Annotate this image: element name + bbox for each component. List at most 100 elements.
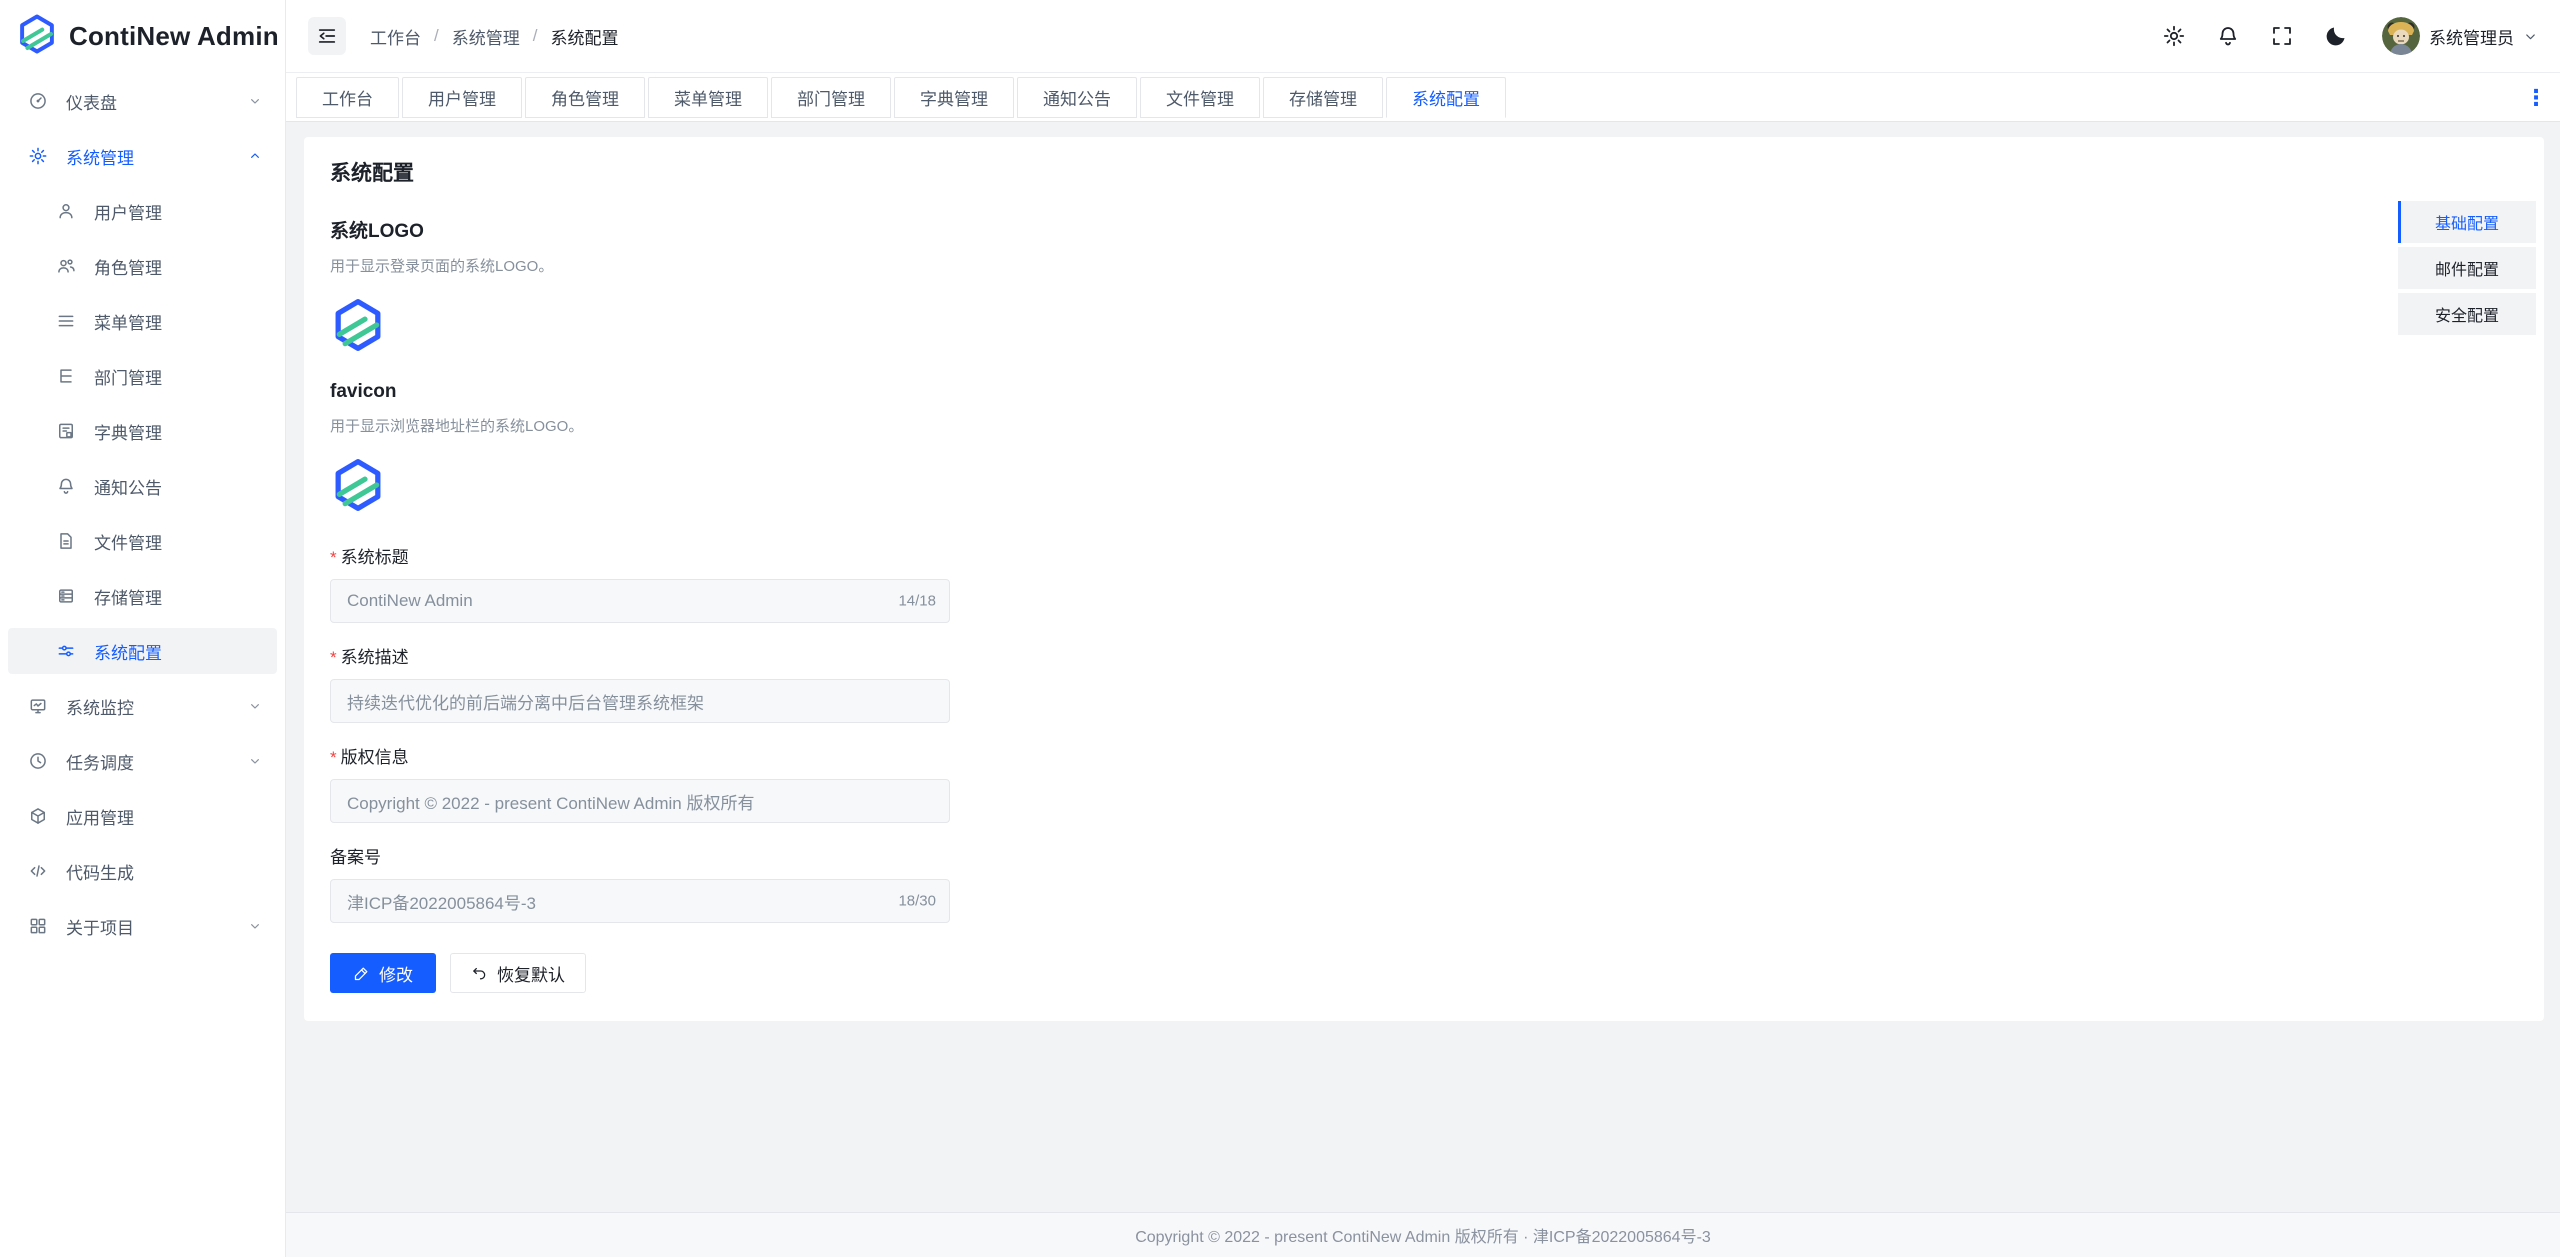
- file-icon: [56, 531, 76, 551]
- sidebar-item-notice-management[interactable]: 通知公告: [8, 463, 277, 509]
- chevron-down-icon: [247, 698, 263, 714]
- fullscreen-icon[interactable]: [2270, 24, 2294, 48]
- tab-label: 工作台: [322, 85, 373, 110]
- anchor-security-config[interactable]: 安全配置: [2398, 293, 2536, 335]
- sidebar-item-label: 用户管理: [94, 199, 162, 224]
- required-mark: *: [330, 647, 337, 669]
- field-label-icp: 备案号: [330, 847, 2518, 869]
- edit-pencil-icon: [353, 965, 370, 982]
- favicon-image: [330, 457, 386, 513]
- tab-workbench[interactable]: 工作台: [296, 77, 399, 118]
- tab-storage-management[interactable]: 存储管理: [1263, 77, 1383, 118]
- copyright-input[interactable]: [330, 779, 950, 823]
- clock-icon: [28, 751, 48, 771]
- bell-icon[interactable]: [2216, 24, 2240, 48]
- app-logo-icon: [16, 13, 58, 60]
- tab-dictionary-management[interactable]: 字典管理: [894, 77, 1014, 118]
- field-label-text: 备案号: [330, 847, 381, 869]
- sidebar-item-system-config[interactable]: 系统配置: [8, 628, 277, 674]
- footer-text: Copyright © 2022 - present ContiNew Admi…: [1135, 1223, 1711, 1247]
- dictionary-icon: [56, 421, 76, 441]
- top-header: 工作台 / 系统管理 / 系统配置 系统管理员: [286, 0, 2560, 73]
- tab-more-icon[interactable]: ⋮: [2522, 83, 2550, 113]
- sidebar-item-label: 部门管理: [94, 364, 162, 389]
- system-config-card: 系统配置 系统LOGO 用于显示登录页面的系统LOGO。 favicon 用于显…: [304, 137, 2544, 1021]
- tab-notice[interactable]: 通知公告: [1017, 77, 1137, 118]
- tab-system-config[interactable]: 系统配置: [1386, 77, 1506, 118]
- sidebar-item-task-scheduler[interactable]: 任务调度: [8, 738, 277, 784]
- icp-input[interactable]: [330, 879, 950, 923]
- sidebar-item-dashboard[interactable]: 仪表盘: [8, 78, 277, 124]
- sidebar-item-storage-management[interactable]: 存储管理: [8, 573, 277, 619]
- sidebar-item-label: 仪表盘: [66, 89, 117, 114]
- system-description-input[interactable]: [330, 679, 950, 723]
- dashboard-icon: [28, 91, 48, 111]
- sidebar-item-label: 代码生成: [66, 859, 134, 884]
- sidebar-item-label: 通知公告: [94, 474, 162, 499]
- sidebar-item-menu-management[interactable]: 菜单管理: [8, 298, 277, 344]
- tab-label: 通知公告: [1043, 85, 1111, 110]
- save-button-label: 修改: [379, 961, 413, 986]
- sidebar-item-file-management[interactable]: 文件管理: [8, 518, 277, 564]
- chevron-down-icon: [247, 918, 263, 934]
- sidebar-item-role-management[interactable]: 角色管理: [8, 243, 277, 289]
- tab-user-management[interactable]: 用户管理: [402, 77, 522, 118]
- user-menu[interactable]: 系统管理员: [2382, 17, 2538, 55]
- sidebar-item-label: 文件管理: [94, 529, 162, 554]
- tab-department-management[interactable]: 部门管理: [771, 77, 891, 118]
- tab-label: 系统配置: [1412, 85, 1480, 110]
- section-heading-favicon: favicon: [330, 379, 2518, 405]
- app-title: ContiNew Admin: [69, 21, 279, 52]
- char-counter: 18/30: [898, 893, 936, 910]
- brand: ContiNew Admin: [0, 0, 285, 73]
- tab-label: 存储管理: [1289, 85, 1357, 110]
- sidebar-item-label: 系统管理: [66, 144, 134, 169]
- form-actions: 修改 恢复默认: [330, 953, 2518, 993]
- system-logo-image: [330, 297, 386, 353]
- sidebar-item-label: 关于项目: [66, 914, 134, 939]
- sidebar-item-label: 任务调度: [66, 749, 134, 774]
- sidebar-collapse-button[interactable]: [308, 17, 346, 55]
- field-label-text: 系统描述: [341, 647, 409, 669]
- sidebar-item-app-management[interactable]: 应用管理: [8, 793, 277, 839]
- avatar: [2382, 17, 2420, 55]
- user-name: 系统管理员: [2429, 24, 2514, 49]
- breadcrumb-item[interactable]: 系统管理: [452, 24, 520, 49]
- anchor-mail-config[interactable]: 邮件配置: [2398, 247, 2536, 289]
- sidebar-item-system-monitor[interactable]: 系统监控: [8, 683, 277, 729]
- header-actions: 系统管理员: [2162, 17, 2538, 55]
- anchor-basic-config[interactable]: 基础配置: [2398, 201, 2536, 243]
- char-counter: 14/18: [898, 593, 936, 610]
- required-mark: *: [330, 547, 337, 569]
- tab-role-management[interactable]: 角色管理: [525, 77, 645, 118]
- field-system-title: 14/18: [330, 579, 950, 623]
- section-description-favicon: 用于显示浏览器地址栏的系统LOGO。: [330, 417, 2518, 437]
- tab-label: 文件管理: [1166, 85, 1234, 110]
- grid-icon: [28, 916, 48, 936]
- save-button[interactable]: 修改: [330, 953, 436, 993]
- reset-default-button[interactable]: 恢复默认: [450, 953, 586, 993]
- tab-menu-management[interactable]: 菜单管理: [648, 77, 768, 118]
- moon-icon[interactable]: [2324, 24, 2348, 48]
- field-icp: 18/30: [330, 879, 950, 923]
- tab-file-management[interactable]: 文件管理: [1140, 77, 1260, 118]
- bell-icon: [56, 476, 76, 496]
- breadcrumb-item[interactable]: 工作台: [370, 24, 421, 49]
- gear-icon[interactable]: [2162, 24, 2186, 48]
- sidebar-item-label: 系统监控: [66, 694, 134, 719]
- sidebar-item-about-project[interactable]: 关于项目: [8, 903, 277, 949]
- code-icon: [28, 861, 48, 881]
- sidebar-item-user-management[interactable]: 用户管理: [8, 188, 277, 234]
- sidebar-item-dictionary-management[interactable]: 字典管理: [8, 408, 277, 454]
- sidebar-item-department-management[interactable]: 部门管理: [8, 353, 277, 399]
- menu-fold-icon: [316, 25, 338, 47]
- user-icon: [56, 201, 76, 221]
- monitor-icon: [28, 696, 48, 716]
- storage-icon: [56, 586, 76, 606]
- sidebar: ContiNew Admin 仪表盘 系统管理 用户管理 角色管理 菜单管理 部…: [0, 0, 286, 1257]
- sidebar-item-code-generation[interactable]: 代码生成: [8, 848, 277, 894]
- field-label-text: 版权信息: [341, 747, 409, 769]
- sidebar-item-system-management[interactable]: 系统管理: [8, 133, 277, 179]
- sidebar-item-label: 字典管理: [94, 419, 162, 444]
- system-title-input[interactable]: [330, 579, 950, 623]
